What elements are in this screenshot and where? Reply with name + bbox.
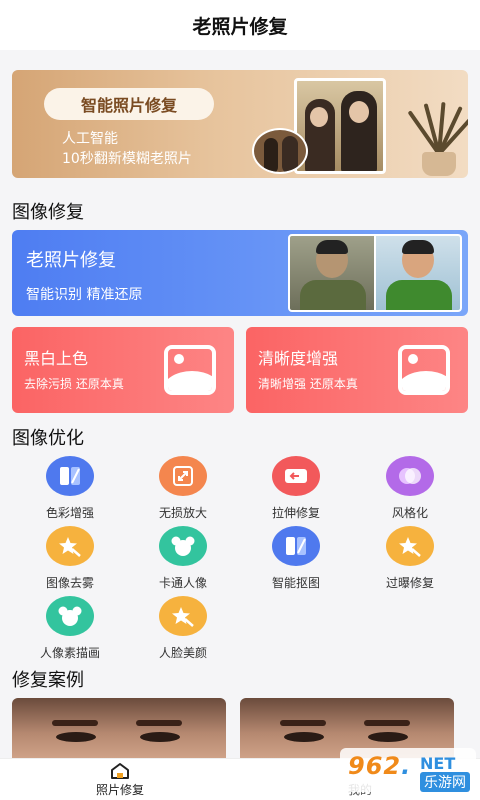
site-watermark: 962. NET 乐游网: [340, 748, 476, 792]
section-title-repair: 图像修复: [12, 202, 84, 223]
clarity-subtitle: 清晰增强 还原本真: [258, 377, 358, 391]
tool-label: 人像素描画: [39, 646, 100, 660]
enlarge-icon: [159, 456, 207, 496]
tool-stretch-repair[interactable]: 拉伸修复: [246, 456, 346, 521]
cutout-icon: [272, 526, 320, 566]
promo-banner[interactable]: 智能照片修复 人工智能 10秒翻新模糊老照片: [12, 70, 468, 178]
before-after-photos: [288, 234, 462, 312]
tool-label: 人脸美颜: [158, 646, 207, 660]
magic-wand-icon: [46, 526, 94, 566]
tool-label: 图像去雾: [45, 576, 94, 590]
color-enhance-icon: [46, 456, 94, 496]
tool-label: 拉伸修复: [271, 506, 320, 520]
banner-couple-photo: [294, 78, 386, 174]
banner-pill: 智能照片修复: [44, 88, 214, 120]
tool-dehaze[interactable]: 图像去雾: [20, 526, 120, 591]
old-photo-repair-card[interactable]: 老照片修复 智能识别 精准还原: [12, 230, 468, 316]
tool-label: 无损放大: [158, 506, 207, 520]
watermark-number: 962.: [348, 752, 412, 780]
tool-label: 过曝修复: [385, 576, 434, 590]
tool-label: 智能抠图: [271, 576, 320, 590]
section-title-optimize: 图像优化: [12, 428, 84, 449]
tool-stylize[interactable]: 风格化: [360, 456, 460, 521]
stretch-repair-icon: [272, 456, 320, 496]
tool-label: 色彩增强: [45, 506, 94, 520]
cartoon-face-icon: [159, 526, 207, 566]
clarity-enhance-card[interactable]: 清晰度增强 清晰增强 还原本真: [246, 327, 468, 413]
tool-face-beauty[interactable]: 人脸美颜: [133, 596, 233, 661]
section-title-cases: 修复案例: [12, 670, 84, 691]
tool-overexposure-repair[interactable]: 过曝修复: [360, 526, 460, 591]
old-photo-repair-title: 老照片修复: [26, 250, 116, 271]
tab-photo-repair[interactable]: 照片修复: [60, 759, 180, 800]
tool-color-enhance[interactable]: 色彩增强: [20, 456, 120, 521]
page-title: 老照片修复: [192, 15, 288, 38]
magic-wand-icon: [159, 596, 207, 636]
banner-line-2: 10秒翻新模糊老照片: [62, 151, 192, 167]
banner-line-1: 人工智能: [62, 131, 118, 147]
home-icon: [109, 762, 131, 780]
watermark-net: NET: [420, 754, 456, 773]
cartoon-face-icon: [46, 596, 94, 636]
banner-old-photo: [252, 128, 308, 174]
case-photo[interactable]: [12, 698, 226, 762]
tool-lossless-enlarge[interactable]: 无损放大: [133, 456, 233, 521]
top-bar: 老照片修复: [0, 0, 480, 50]
tab-label: 照片修复: [95, 783, 144, 797]
colorize-card[interactable]: 黑白上色 去除污损 还原本真: [12, 327, 234, 413]
tool-label: 卡通人像: [158, 576, 207, 590]
colorize-subtitle: 去除污损 还原本真: [24, 377, 124, 391]
style-icon: [386, 456, 434, 496]
clarity-title: 清晰度增强: [258, 349, 339, 368]
watermark-cn: 乐游网: [420, 772, 470, 792]
image-icon: [398, 345, 450, 395]
magic-wand-icon: [386, 526, 434, 566]
old-photo-repair-subtitle: 智能识别 精准还原: [26, 287, 143, 303]
plant-decoration: [407, 88, 468, 178]
tool-cartoon-portrait[interactable]: 卡通人像: [133, 526, 233, 591]
tool-smart-cutout[interactable]: 智能抠图: [246, 526, 346, 591]
tool-label: 风格化: [391, 506, 428, 520]
image-icon: [164, 345, 216, 395]
tool-portrait-sketch[interactable]: 人像素描画: [20, 596, 120, 661]
colorize-title: 黑白上色: [24, 349, 89, 368]
